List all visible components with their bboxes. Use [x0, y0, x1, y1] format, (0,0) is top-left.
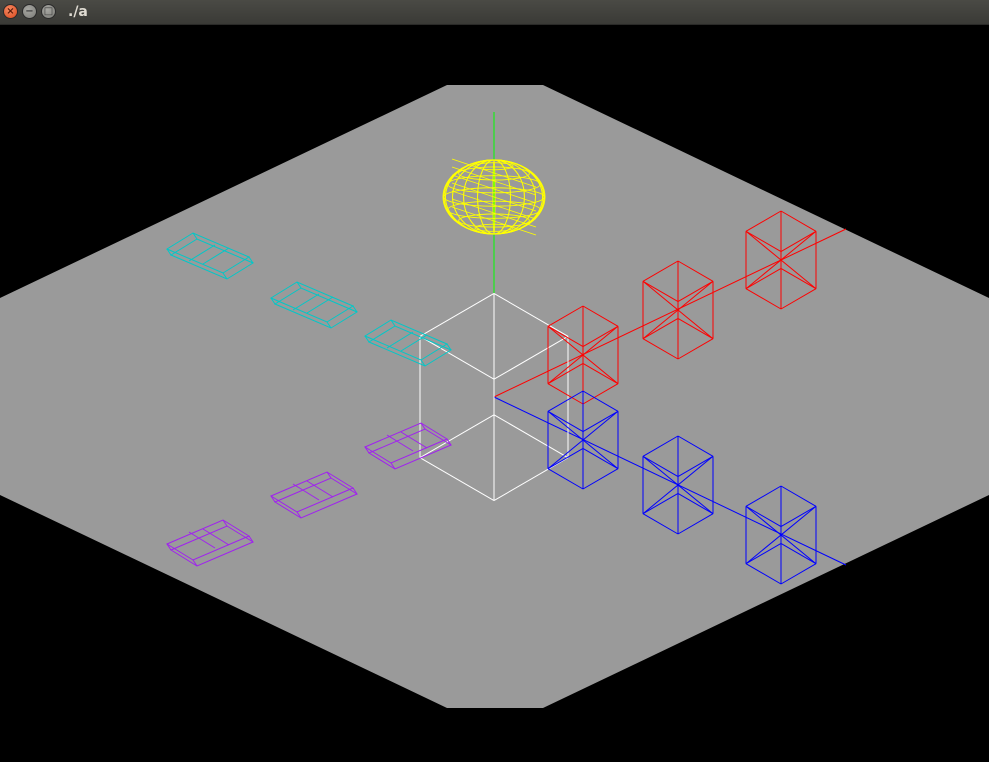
minimize-icon: − — [25, 5, 34, 17]
maximize-icon: □ — [43, 5, 54, 17]
close-icon: × — [6, 5, 15, 17]
close-button[interactable]: × — [3, 4, 18, 19]
window-titlebar[interactable]: × − □ ./a — [0, 0, 989, 25]
scene-canvas — [0, 85, 989, 708]
opengl-viewport[interactable] — [0, 25, 989, 762]
window-title: ./a — [68, 4, 88, 20]
minimize-button[interactable]: − — [22, 4, 37, 19]
maximize-button[interactable]: □ — [41, 4, 56, 19]
